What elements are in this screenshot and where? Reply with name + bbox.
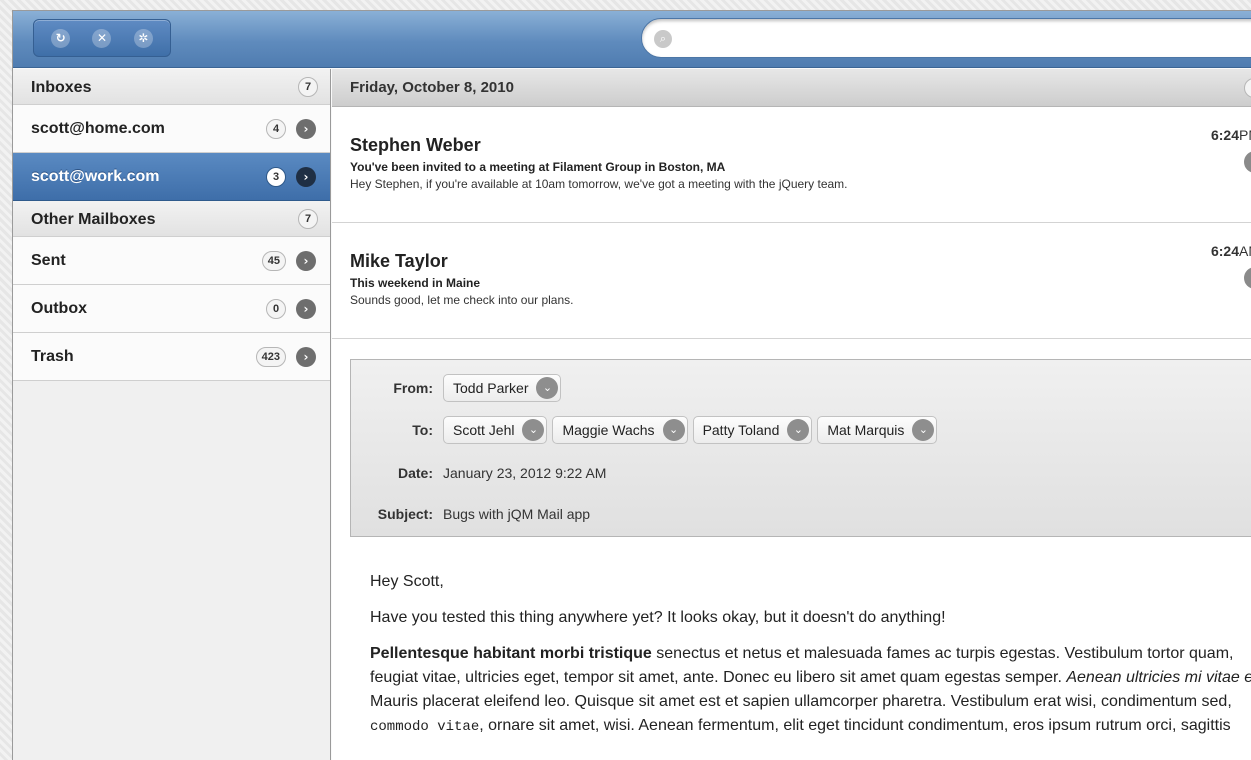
toolbar-button-group: ↻ ✕ ✲ [33,19,171,57]
date-row: Date: January 23, 2012 9:22 AM [351,465,606,481]
contact-pill[interactable]: Patty Toland ⌄ [692,416,813,444]
subject-row: Subject: Bugs with jQM Mail app [351,506,590,522]
to-row: To: Scott Jehl ⌄ Maggie Wachs ⌄ Patty Tola… [351,416,942,444]
sidebar-item-label: Sent [31,251,66,269]
section-label: Inboxes [31,78,92,96]
sidebar-section-other-mailboxes: Other Mailboxes 7 [13,201,330,237]
search-bar: ⌕ [641,18,1251,58]
message-preview: Sounds good, let me check into our plans… [350,293,574,307]
mail-app: ↻ ✕ ✲ ⌕ Inboxes 7 scott@home.com 4 › sco… [12,10,1251,760]
chevron-right-icon: › [296,167,316,187]
sidebar-section-inboxes: Inboxes 7 [13,69,330,105]
chevron-right-icon: › [296,119,316,139]
chevron-down-icon: ⌄ [536,377,559,399]
date-divider: Friday, October 8, 2010 2 [332,69,1251,107]
contact-pill[interactable]: Scott Jehl ⌄ [443,416,548,444]
sidebar-item-sent[interactable]: Sent 45 › [13,237,330,285]
chevron-right-icon: › [296,347,316,367]
message-list-item[interactable]: Stephen Weber You've been invited to a m… [332,107,1251,223]
from-label: From: [393,380,433,396]
count-badge: 0 [266,299,286,319]
contact-pill[interactable]: Maggie Wachs ⌄ [552,416,688,444]
sidebar-item-work-account[interactable]: scott@work.com 3 › [13,153,330,201]
message-list-item[interactable]: Mike Taylor This weekend in Maine Sounds… [332,223,1251,339]
message-pane: Friday, October 8, 2010 2 Stephen Weber … [332,69,1251,760]
chevron-right-icon: › [296,251,316,271]
search-icon: ⌕ [654,30,672,48]
contact-pill[interactable]: Mat Marquis ⌄ [817,416,938,444]
message-preview: Hey Stephen, if you're available at 10am… [350,177,848,191]
chevron-down-icon: ⌄ [522,419,545,441]
message-time: 6:24PM [1210,127,1251,143]
sidebar-item-trash[interactable]: Trash 423 › [13,333,330,381]
date-divider-label: Friday, October 8, 2010 [350,79,514,96]
date-label: Date: [397,465,433,481]
chevron-down-icon: ⌄ [912,419,935,441]
message-sender: Mike Taylor [350,251,448,271]
message-header: From: Todd Parker ⌄ To: Scott Jehl ⌄ Maggi… [350,359,1251,537]
from-row: From: Todd Parker ⌄ [351,374,566,402]
count-badge: 423 [255,347,286,367]
greeting: Hey Scott, [370,573,444,590]
count-badge: 7 [298,77,318,97]
message-subject: This weekend in Maine [350,276,481,290]
message-subject: You've been invited to a meeting at Fila… [350,160,726,174]
message-time: 6:24AM [1210,243,1251,259]
sidebar-item-home-account[interactable]: scott@home.com 4 › [13,105,330,153]
body-paragraph: Have you tested this thing anywhere yet?… [370,609,946,626]
count-badge: 7 [298,209,318,229]
sidebar-item-label: scott@work.com [31,167,160,185]
sidebar-item-label: Outbox [31,299,87,317]
refresh-icon[interactable]: ↻ [51,28,71,48]
chevron-down-icon: ⌄ [787,419,810,441]
date-value: January 23, 2012 9:22 AM [443,465,607,481]
sidebar: Inboxes 7 scott@home.com 4 › scott@work.… [13,69,331,760]
subject-value: Bugs with jQM Mail app [443,506,591,522]
to-label: To: [412,422,433,438]
contact-pill[interactable]: Todd Parker ⌄ [443,374,562,402]
sidebar-item-label: Trash [31,347,74,365]
message-body: Hey Scott, Have you tested this thing an… [370,570,1251,751]
gear-icon[interactable]: ✲ [133,28,153,48]
sidebar-item-outbox[interactable]: Outbox 0 › [13,285,330,333]
search-input[interactable] [680,27,1240,49]
chevron-right-icon: › [296,299,316,319]
count-badge: 45 [261,251,286,271]
section-label: Other Mailboxes [31,210,156,228]
count-badge: 4 [266,119,286,139]
close-icon[interactable]: ✕ [92,28,112,48]
body-paragraph: Pellentesque habitant morbi tristique se… [370,645,1251,735]
subject-label: Subject: [377,506,433,522]
toolbar: ↻ ✕ ✲ ⌕ [13,11,1251,68]
sidebar-item-label: scott@home.com [31,119,165,137]
chevron-down-icon: ⌄ [662,419,685,441]
count-badge: 3 [266,167,286,187]
count-badge: 2 [1244,78,1251,98]
message-sender: Stephen Weber [350,135,481,155]
